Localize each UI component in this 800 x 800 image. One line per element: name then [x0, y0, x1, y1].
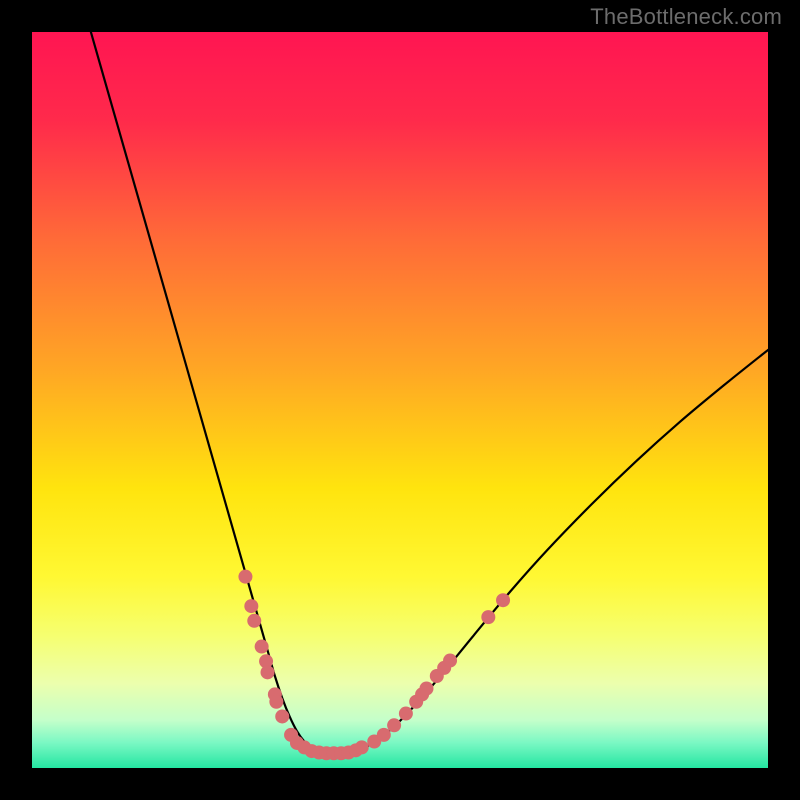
plot-area — [32, 32, 768, 768]
marker-dot — [443, 654, 457, 668]
marker-dot — [244, 599, 258, 613]
marker-dot — [247, 614, 261, 628]
marker-dot — [355, 740, 369, 754]
marker-dot — [269, 695, 283, 709]
marker-dot — [387, 718, 401, 732]
marker-dot — [238, 570, 252, 584]
bottleneck-curve — [91, 32, 768, 754]
chart-stage: TheBottleneck.com — [0, 0, 800, 800]
marker-dot — [481, 610, 495, 624]
marker-dot — [255, 640, 269, 654]
marker-dot — [261, 665, 275, 679]
curve-layer — [32, 32, 768, 768]
marker-dots — [238, 570, 510, 761]
marker-dot — [496, 593, 510, 607]
watermark-label: TheBottleneck.com — [590, 4, 782, 30]
marker-dot — [420, 682, 434, 696]
marker-dot — [275, 709, 289, 723]
marker-dot — [399, 707, 413, 721]
marker-dot — [377, 728, 391, 742]
